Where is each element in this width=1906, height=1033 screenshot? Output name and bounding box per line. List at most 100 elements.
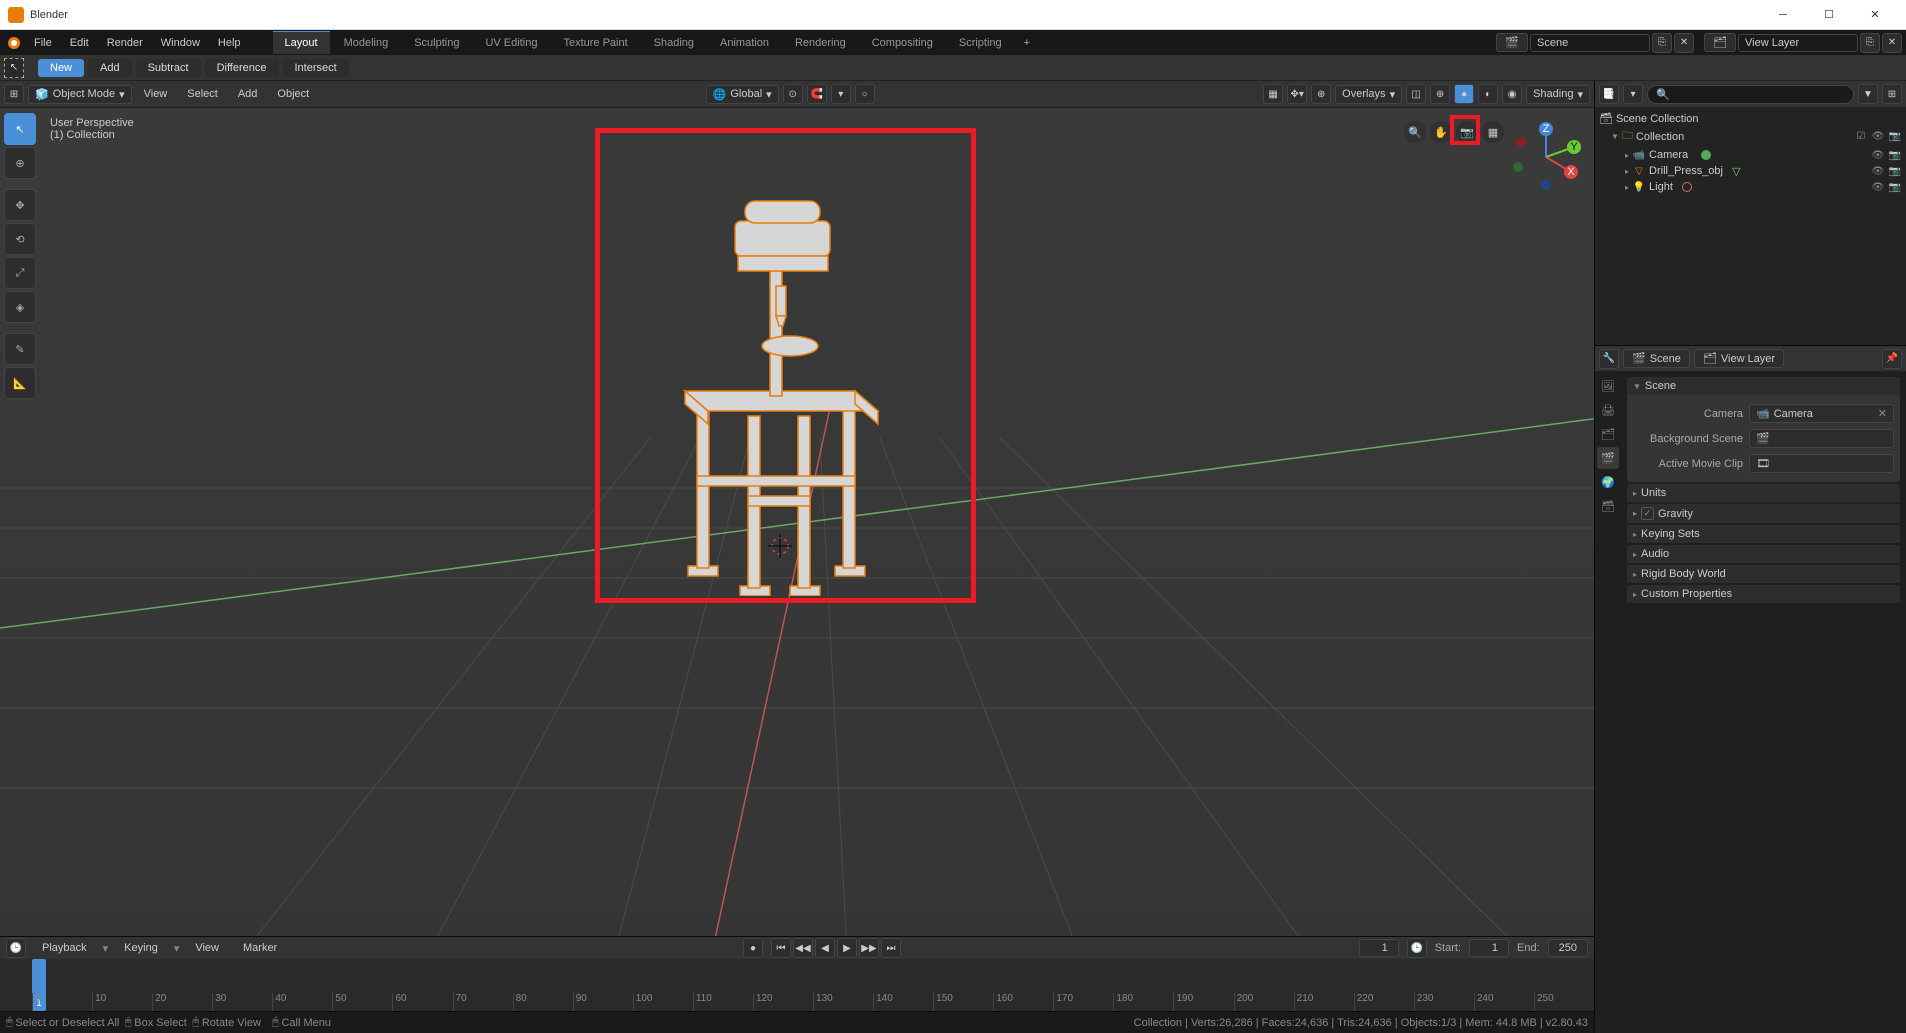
panel-audio-header[interactable]: ▸Audio: [1627, 545, 1900, 563]
vp-menu-object[interactable]: Object: [269, 84, 317, 104]
tab-compositing[interactable]: Compositing: [860, 31, 945, 54]
select-mode-add-button[interactable]: Add: [88, 59, 132, 77]
close-icon[interactable]: ✕: [1878, 407, 1887, 420]
nav-zoom-button[interactable]: 🔍: [1404, 121, 1426, 143]
viewlayer-browse-button[interactable]: 🗂: [1704, 33, 1736, 52]
select-mode-new-button[interactable]: New: [38, 59, 84, 77]
tl-menu-playback[interactable]: Playback: [34, 938, 95, 958]
disclosure-icon[interactable]: ▸: [1625, 151, 1629, 160]
tree-collection[interactable]: ▼ 🗀 Collection ☑👁📷: [1597, 126, 1904, 147]
select-mode-difference-button[interactable]: Difference: [205, 59, 279, 77]
proportional-edit-button[interactable]: ○: [855, 84, 875, 104]
visibility-toggle[interactable]: 👁: [1871, 180, 1885, 194]
pin-button[interactable]: 📌: [1882, 349, 1902, 369]
tool-rotate[interactable]: ⟲: [4, 223, 36, 255]
panel-keying-header[interactable]: ▸Keying Sets: [1627, 525, 1900, 543]
shading-lookdev-button[interactable]: ◐: [1478, 84, 1498, 104]
tab-modeling[interactable]: Modeling: [332, 31, 401, 54]
scene-browse-button[interactable]: 🎬: [1496, 33, 1528, 52]
visibility-toggle[interactable]: 👁: [1871, 148, 1885, 162]
end-frame-field[interactable]: 250: [1548, 939, 1588, 957]
gravity-checkbox[interactable]: ✓: [1641, 507, 1654, 520]
play-reverse-button[interactable]: ◀: [815, 938, 835, 958]
tab-animation[interactable]: Animation: [708, 31, 781, 54]
editor-type-button[interactable]: ⊞: [4, 84, 24, 104]
outliner-type-button[interactable]: 📑: [1599, 84, 1619, 104]
visibility-toggle[interactable]: 👁: [1871, 130, 1885, 144]
vp-menu-view[interactable]: View: [136, 84, 176, 104]
orientation-dropdown[interactable]: 🌐 Global ▾: [706, 85, 779, 104]
blender-icon[interactable]: [4, 33, 24, 53]
tree-scene-collection[interactable]: 🗃 Scene Collection: [1597, 111, 1904, 126]
viewlayer-context-button[interactable]: 🗂View Layer: [1694, 349, 1784, 368]
tab-scripting[interactable]: Scripting: [947, 31, 1014, 54]
tab-world[interactable]: 🌍: [1597, 471, 1619, 493]
outliner-filter-button[interactable]: ▼: [1858, 84, 1878, 104]
gizmo-toggle-button[interactable]: ⊕: [1311, 84, 1331, 104]
autokey-button[interactable]: ●: [743, 938, 763, 958]
panel-scene-header[interactable]: ▼ Scene: [1627, 377, 1900, 395]
tree-item-light[interactable]: ▸ 💡 Light 👁📷: [1597, 179, 1904, 195]
vp-menu-add[interactable]: Add: [230, 84, 266, 104]
outliner-display-mode-button[interactable]: ▾: [1623, 84, 1643, 104]
tool-select-box[interactable]: ↖: [4, 113, 36, 145]
menu-window[interactable]: Window: [153, 33, 208, 53]
xray-toggle-button[interactable]: ◫: [1406, 84, 1426, 104]
menu-edit[interactable]: Edit: [62, 33, 97, 53]
tool-transform[interactable]: ◈: [4, 291, 36, 323]
tab-sculpting[interactable]: Sculpting: [402, 31, 471, 54]
viewlayer-name-input[interactable]: View Layer: [1738, 34, 1858, 52]
overlays-dropdown[interactable]: Overlays▾: [1335, 85, 1402, 104]
panel-customprops-header[interactable]: ▸Custom Properties: [1627, 585, 1900, 603]
disclosure-icon[interactable]: ▼: [1611, 132, 1619, 141]
current-frame-field[interactable]: 1: [1359, 939, 1399, 957]
pivot-button[interactable]: ⊙: [783, 84, 803, 104]
nav-camera-button[interactable]: 📷: [1456, 121, 1478, 143]
tool-annotate[interactable]: ✎: [4, 333, 36, 365]
tab-uv-editing[interactable]: UV Editing: [473, 31, 549, 54]
menu-file[interactable]: File: [26, 33, 60, 53]
tool-cursor[interactable]: ⊕: [4, 147, 36, 179]
camera-picker[interactable]: 📹Camera✕: [1749, 404, 1894, 423]
vp-menu-select[interactable]: Select: [179, 84, 226, 104]
scene-new-button[interactable]: ⎘: [1652, 33, 1672, 53]
gizmo-options-button[interactable]: ✥▾: [1287, 84, 1307, 104]
tree-item-drill-press[interactable]: ▸ ▽ Drill_Press_obj ▽ 👁📷: [1597, 163, 1904, 179]
tl-menu-marker[interactable]: Marker: [235, 938, 285, 958]
panel-rigidbody-header[interactable]: ▸Rigid Body World: [1627, 565, 1900, 583]
tab-layout[interactable]: Layout: [273, 31, 330, 54]
tool-measure[interactable]: 📐: [4, 367, 36, 399]
outliner-search-input[interactable]: 🔍: [1647, 85, 1854, 104]
mode-dropdown[interactable]: 🧊 Object Mode ▾: [28, 85, 132, 104]
tl-menu-view[interactable]: View: [187, 938, 227, 958]
movie-clip-picker[interactable]: 🎞: [1749, 454, 1894, 473]
next-key-button[interactable]: ▶▶: [859, 938, 879, 958]
properties-type-button[interactable]: 🔧: [1599, 349, 1619, 369]
tab-viewlayer[interactable]: 🗂: [1597, 423, 1619, 445]
collection-vis-button[interactable]: ▦: [1263, 84, 1283, 104]
tab-output[interactable]: 🖨: [1597, 399, 1619, 421]
panel-gravity-header[interactable]: ▸✓Gravity: [1627, 504, 1900, 523]
timeline-body[interactable]: 1 01020304050607080901001101201301401501…: [0, 959, 1594, 1011]
nav-persp-button[interactable]: ▦: [1482, 121, 1504, 143]
tab-shading[interactable]: Shading: [642, 31, 706, 54]
start-frame-field[interactable]: 1: [1469, 939, 1509, 957]
menu-help[interactable]: Help: [210, 33, 249, 53]
jump-end-button[interactable]: ⏭: [881, 938, 901, 958]
play-button[interactable]: ▶: [837, 938, 857, 958]
menu-render[interactable]: Render: [99, 33, 151, 53]
disclosure-icon[interactable]: ▸: [1625, 167, 1629, 176]
tab-scene[interactable]: 🎬: [1597, 447, 1619, 469]
select-mode-intersect-button[interactable]: Intersect: [283, 59, 349, 77]
tab-render[interactable]: 🖼: [1597, 375, 1619, 397]
bg-scene-picker[interactable]: 🎬: [1749, 429, 1894, 448]
scene-delete-button[interactable]: ✕: [1674, 33, 1694, 53]
nav-pan-button[interactable]: ✋: [1430, 121, 1452, 143]
active-tool-icon[interactable]: ↖: [4, 58, 24, 78]
shading-rendered-button[interactable]: ◉: [1502, 84, 1522, 104]
disclosure-icon[interactable]: ▸: [1625, 183, 1629, 192]
snap-toggle-button[interactable]: 🧲: [807, 84, 827, 104]
prev-key-button[interactable]: ◀◀: [793, 938, 813, 958]
render-toggle[interactable]: 📷: [1888, 180, 1902, 194]
tab-rendering[interactable]: Rendering: [783, 31, 858, 54]
